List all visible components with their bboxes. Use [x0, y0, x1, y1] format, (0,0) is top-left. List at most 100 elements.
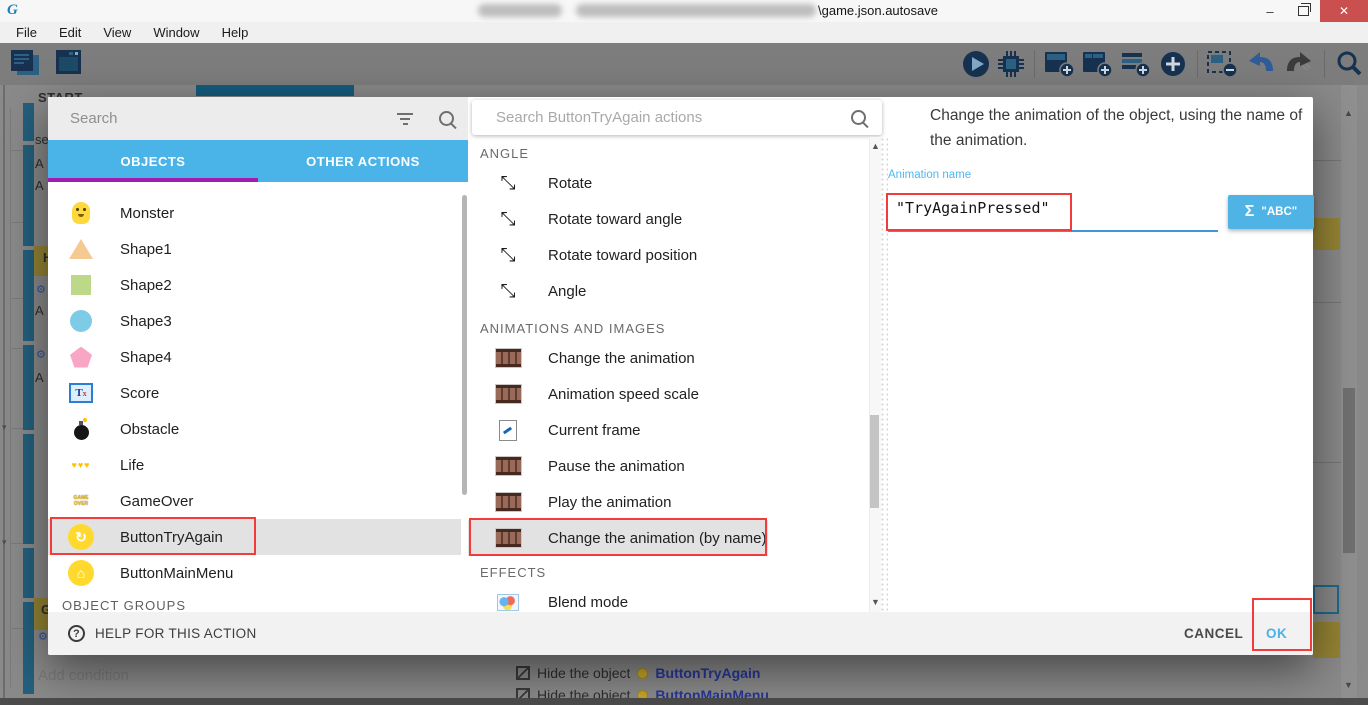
object-label: Shape2	[120, 277, 172, 294]
events-scrollbar-thumb[interactable]	[1343, 388, 1355, 553]
rotate-icon: ⤡	[494, 246, 522, 265]
redo-icon[interactable]	[1283, 50, 1315, 78]
restore-button[interactable]	[1288, 0, 1318, 22]
search-icon[interactable]	[851, 110, 866, 125]
menu-window[interactable]: Window	[142, 25, 210, 40]
object-row-score[interactable]: TxScore	[48, 375, 461, 411]
restore-icon	[1298, 6, 1309, 16]
scroll-up-icon[interactable]: ▲	[1344, 108, 1353, 118]
object-row-shape3[interactable]: Shape3	[48, 303, 461, 339]
event-tree-line	[10, 222, 23, 223]
menu-edit[interactable]: Edit	[48, 25, 92, 40]
help-label: HELP FOR THIS ACTION	[95, 626, 257, 641]
minimize-button[interactable]: –	[1254, 0, 1286, 22]
add-circle-icon[interactable]	[1158, 49, 1188, 79]
gear-icon: ⚙	[38, 630, 48, 643]
action-description: Change the animation of the object, usin…	[930, 103, 1312, 153]
animation-name-input[interactable]	[894, 198, 1208, 218]
cancel-button[interactable]: CANCEL	[1184, 612, 1243, 655]
event-indent-bar	[23, 548, 34, 598]
scroll-up-icon[interactable]: ▲	[871, 141, 880, 151]
menu-help[interactable]: Help	[211, 25, 260, 40]
gear-icon: ⚙	[36, 348, 46, 361]
object-label: Obstacle	[120, 421, 179, 438]
event-indent-bar	[23, 345, 34, 430]
search-icon[interactable]	[1334, 49, 1364, 79]
frame-icon	[494, 420, 522, 441]
debug-icon[interactable]	[997, 49, 1025, 79]
add-event-icon[interactable]	[1044, 49, 1076, 79]
action-row-rotate-toward-angle[interactable]: ⤡Rotate toward angle	[468, 201, 768, 237]
action-row-rotate-toward-position[interactable]: ⤡Rotate toward position	[468, 237, 768, 273]
film-icon	[494, 349, 522, 367]
expression-editor-button[interactable]: Σ "ABC"	[1228, 195, 1314, 229]
object-row-buttonmainmenu[interactable]: ⌂ButtonMainMenu	[48, 555, 461, 591]
object-row-shape2[interactable]: Shape2	[48, 267, 461, 303]
comment-block	[1313, 622, 1340, 658]
event-indent-bar	[23, 145, 34, 246]
menu-view[interactable]: View	[92, 25, 142, 40]
object-row-shape4[interactable]: Shape4	[48, 339, 461, 375]
event-indent-bar	[23, 434, 34, 544]
action-row-rotate[interactable]: ⤡Rotate	[468, 165, 768, 201]
event-tree-line	[10, 628, 23, 629]
event-indent-bar	[23, 103, 34, 141]
hide-action-icon	[516, 666, 530, 680]
delete-event-icon[interactable]	[1207, 49, 1239, 79]
object-groups-header: OBJECT GROUPS	[62, 598, 186, 613]
film-icon	[494, 493, 522, 511]
scene-editor-icon[interactable]	[54, 47, 84, 79]
play-icon[interactable]	[961, 49, 991, 79]
action-row-current-frame[interactable]: Current frame	[468, 412, 768, 448]
filter-icon[interactable]	[397, 113, 413, 125]
event-tree-line	[10, 348, 23, 349]
object-row-buttontryagain[interactable]: ↻ButtonTryAgain	[48, 519, 461, 555]
tab-objects[interactable]: OBJECTS	[48, 140, 258, 182]
object-label: Shape1	[120, 241, 172, 258]
object-name: ButtonTryAgain	[655, 665, 760, 681]
action-row-pause-animation[interactable]: Pause the animation	[468, 448, 768, 484]
object-label: ButtonTryAgain	[120, 529, 223, 546]
action-list-scrollbar-thumb[interactable]	[870, 415, 879, 508]
blend-mode-icon	[494, 594, 522, 611]
add-comment-icon[interactable]	[1120, 49, 1152, 79]
object-label: Monster	[120, 205, 174, 222]
events-sheet-icon[interactable]	[8, 47, 42, 79]
object-row-monster[interactable]: Monster	[48, 195, 461, 231]
object-row-obstacle[interactable]: Obstacle	[48, 411, 461, 447]
search-icon[interactable]	[439, 111, 454, 126]
collapse-triangle-icon: ▾	[2, 537, 7, 548]
action-row-play-animation[interactable]: Play the animation	[468, 484, 768, 520]
close-button[interactable]: ✕	[1320, 0, 1368, 22]
event-indent-bar	[23, 250, 34, 341]
object-label: Shape3	[120, 313, 172, 330]
action-list: ANGLE ⤡Rotate ⤡Rotate toward angle ⤡Rota…	[468, 137, 768, 620]
title-bar: G \game.json.autosave – ✕	[0, 0, 1368, 23]
ok-button[interactable]: OK	[1266, 612, 1287, 655]
undo-icon[interactable]	[1245, 50, 1277, 78]
tab-other-actions[interactable]: OTHER ACTIONS	[258, 140, 468, 182]
object-search-input[interactable]	[68, 109, 397, 128]
add-subevent-icon[interactable]	[1082, 49, 1114, 79]
scroll-down-icon[interactable]: ▼	[1344, 680, 1353, 690]
square-icon	[66, 275, 96, 295]
text-object-icon: Tx	[66, 383, 96, 403]
toolbar-separator	[1034, 50, 1035, 78]
redacted-title-segment	[478, 4, 562, 17]
help-link[interactable]: ?HELP FOR THIS ACTION	[68, 612, 257, 655]
action-search-input[interactable]	[494, 108, 851, 127]
object-label: GameOver	[120, 493, 193, 510]
object-row-gameover[interactable]: GAMEOVERGameOver	[48, 483, 461, 519]
scroll-down-icon[interactable]: ▼	[871, 597, 880, 607]
action-row-change-animation-by-name[interactable]: Change the animation (by name)	[468, 520, 768, 556]
film-icon	[494, 529, 522, 547]
action-row-change-animation[interactable]: Change the animation	[468, 340, 768, 376]
object-list-scrollbar[interactable]	[462, 195, 467, 495]
action-row-animation-speed-scale[interactable]: Animation speed scale	[468, 376, 768, 412]
home-button-icon: ⌂	[66, 560, 96, 586]
action-row-angle[interactable]: ⤡Angle	[468, 273, 768, 309]
action-label: Pause the animation	[548, 458, 685, 475]
object-row-life[interactable]: ♥♥♥Life	[48, 447, 461, 483]
menu-file[interactable]: File	[5, 25, 48, 40]
object-row-shape1[interactable]: Shape1	[48, 231, 461, 267]
